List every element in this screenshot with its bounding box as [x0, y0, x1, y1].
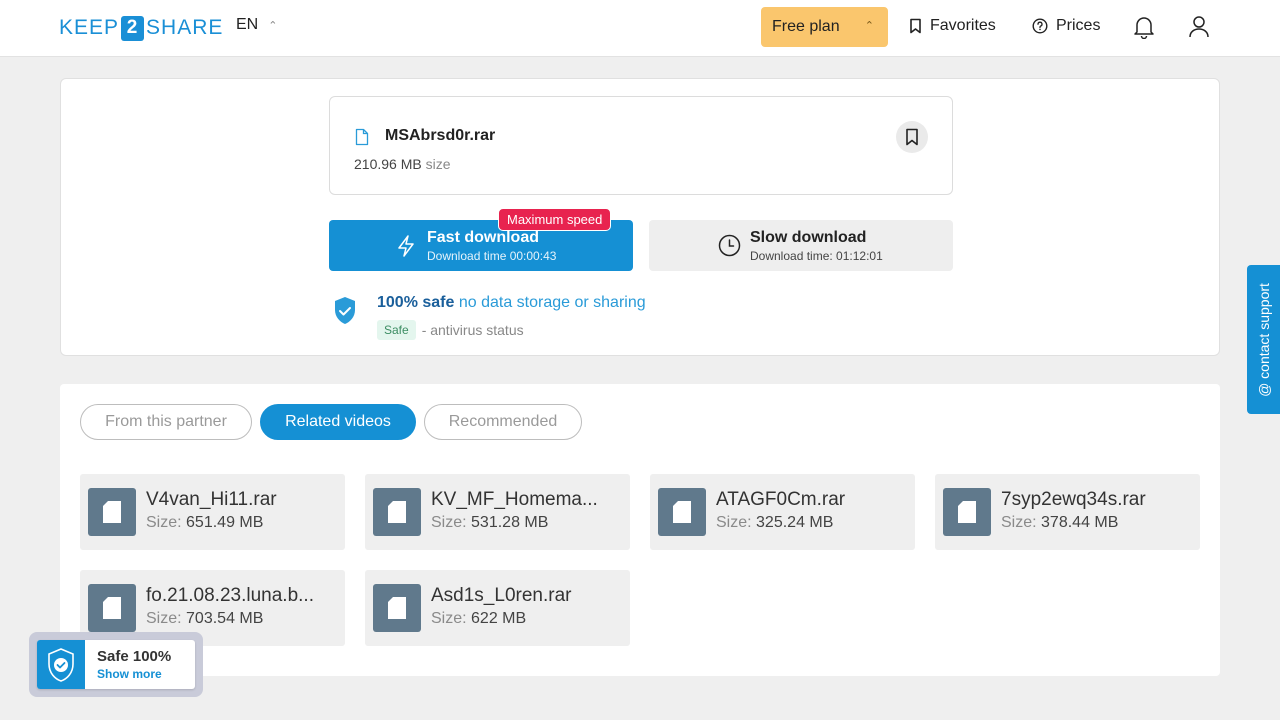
lightning-icon: [398, 235, 414, 257]
tab-recommended[interactable]: Recommended: [424, 404, 582, 440]
item-size-label: Size:: [146, 514, 182, 531]
item-size-value: 325.24 MB: [756, 514, 834, 531]
item-size: Size: 651.49 MB: [146, 514, 263, 532]
maximum-speed-badge: Maximum speed: [498, 208, 612, 231]
safety-text: no data storage or sharing: [458, 294, 646, 311]
slow-download-label: Slow download: [750, 229, 867, 246]
file-size-label: size: [425, 156, 451, 172]
safe-badge-icon-box: [37, 640, 85, 689]
free-plan-label: Free plan: [772, 18, 840, 35]
file-icon: [88, 488, 136, 536]
item-size-label: Size:: [716, 514, 752, 531]
fast-download-time: Download time 00:00:43: [427, 249, 557, 263]
item-size-label: Size:: [431, 514, 467, 531]
list-item[interactable]: 7syp2ewq34s.rar Size: 378.44 MB: [935, 474, 1200, 550]
file-icon: [943, 488, 991, 536]
chevron-up-icon: ⌃: [864, 20, 874, 32]
file-icon: [355, 128, 369, 146]
download-card: MSAbrsd0r.rar 210.96 MB size Fast downlo…: [60, 78, 1220, 356]
tab-related-videos[interactable]: Related videos: [260, 404, 416, 440]
bookmark-icon: [906, 128, 918, 146]
bell-icon[interactable]: [1133, 15, 1155, 39]
item-name: KV_MF_Homema...: [431, 489, 598, 510]
bookmark-icon: [910, 18, 921, 34]
item-size-value: 703.54 MB: [186, 610, 264, 627]
safety-bold: 100% safe: [377, 294, 455, 311]
item-name: V4van_Hi11.rar: [146, 489, 277, 510]
show-more-link[interactable]: Show more: [97, 667, 162, 681]
slow-download-button[interactable]: Slow download Download time: 01:12:01: [649, 220, 953, 271]
list-item[interactable]: Asd1s_L0ren.rar Size: 622 MB: [365, 570, 630, 646]
safety-headline: 100% safe no data storage or sharing: [377, 294, 646, 312]
item-name: fo.21.08.23.luna.b...: [146, 585, 314, 606]
file-size-value: 210.96 MB: [354, 156, 422, 172]
item-size: Size: 378.44 MB: [1001, 514, 1118, 532]
item-size: Size: 622 MB: [431, 610, 526, 628]
top-header: KEEP 2 SHARE EN ⌃ Free plan ⌃ Favorites …: [0, 0, 1280, 57]
shield-check-icon: [48, 647, 74, 682]
item-size-label: Size:: [431, 610, 467, 627]
item-size: Size: 531.28 MB: [431, 514, 548, 532]
file-info-box: MSAbrsd0r.rar 210.96 MB size: [329, 96, 953, 195]
list-item[interactable]: V4van_Hi11.rar Size: 651.49 MB: [80, 474, 345, 550]
logo-text-2: 2: [121, 15, 145, 41]
tab-from-this-partner[interactable]: From this partner: [80, 404, 252, 440]
item-size-label: Size:: [1001, 514, 1037, 531]
user-icon[interactable]: [1188, 15, 1210, 39]
antivirus-status-text: - antivirus status: [421, 322, 524, 338]
item-size-value: 651.49 MB: [186, 514, 264, 531]
item-size-value: 622 MB: [471, 610, 527, 627]
keep2share-logo[interactable]: KEEP 2 SHARE: [59, 15, 223, 41]
shield-check-icon: [335, 297, 355, 324]
logo-text-share: SHARE: [146, 16, 224, 39]
prices-link[interactable]: Prices: [1032, 17, 1100, 35]
file-icon: [658, 488, 706, 536]
item-size: Size: 325.24 MB: [716, 514, 833, 532]
free-plan-button[interactable]: Free plan ⌃: [761, 7, 888, 47]
item-size: Size: 703.54 MB: [146, 610, 263, 628]
file-icon: [88, 584, 136, 632]
favorites-label: Favorites: [930, 17, 996, 34]
safe-pill: Safe: [377, 320, 416, 340]
item-size-label: Size:: [146, 610, 182, 627]
item-size-value: 378.44 MB: [1041, 514, 1119, 531]
chevron-up-icon: ⌃: [268, 19, 278, 32]
safe-badge-title: Safe 100%: [97, 648, 172, 665]
help-circle-icon: [1032, 18, 1048, 34]
list-item[interactable]: ATAGF0Cm.rar Size: 325.24 MB: [650, 474, 915, 550]
language-selector[interactable]: EN ⌃: [236, 16, 277, 34]
favorites-link[interactable]: Favorites: [909, 17, 996, 35]
item-size-value: 531.28 MB: [471, 514, 549, 531]
list-item[interactable]: KV_MF_Homema... Size: 531.28 MB: [365, 474, 630, 550]
file-icon: [373, 584, 421, 632]
safe-badge[interactable]: Safe 100% Show more: [29, 632, 203, 697]
file-icon: [373, 488, 421, 536]
clock-icon: [718, 234, 741, 257]
fast-download-label: Fast download: [427, 229, 539, 246]
bookmark-button[interactable]: [896, 121, 928, 153]
related-section: From this partner Related videos Recomme…: [60, 384, 1220, 676]
item-name: ATAGF0Cm.rar: [716, 489, 846, 510]
contact-support-label: @ contact support: [1255, 282, 1272, 397]
safe-badge-card: Safe 100% Show more: [37, 640, 195, 689]
logo-text-keep: KEEP: [59, 16, 120, 39]
prices-label: Prices: [1056, 17, 1101, 34]
antivirus-status: Safe - antivirus status: [377, 320, 524, 340]
item-name: 7syp2ewq34s.rar: [1001, 489, 1146, 510]
item-name: Asd1s_L0ren.rar: [431, 585, 572, 606]
file-size: 210.96 MB size: [354, 156, 451, 172]
file-name: MSAbrsd0r.rar: [385, 127, 496, 144]
language-label: EN: [236, 16, 259, 33]
contact-support-tab[interactable]: @ contact support: [1247, 265, 1280, 414]
slow-download-time: Download time: 01:12:01: [750, 249, 883, 263]
